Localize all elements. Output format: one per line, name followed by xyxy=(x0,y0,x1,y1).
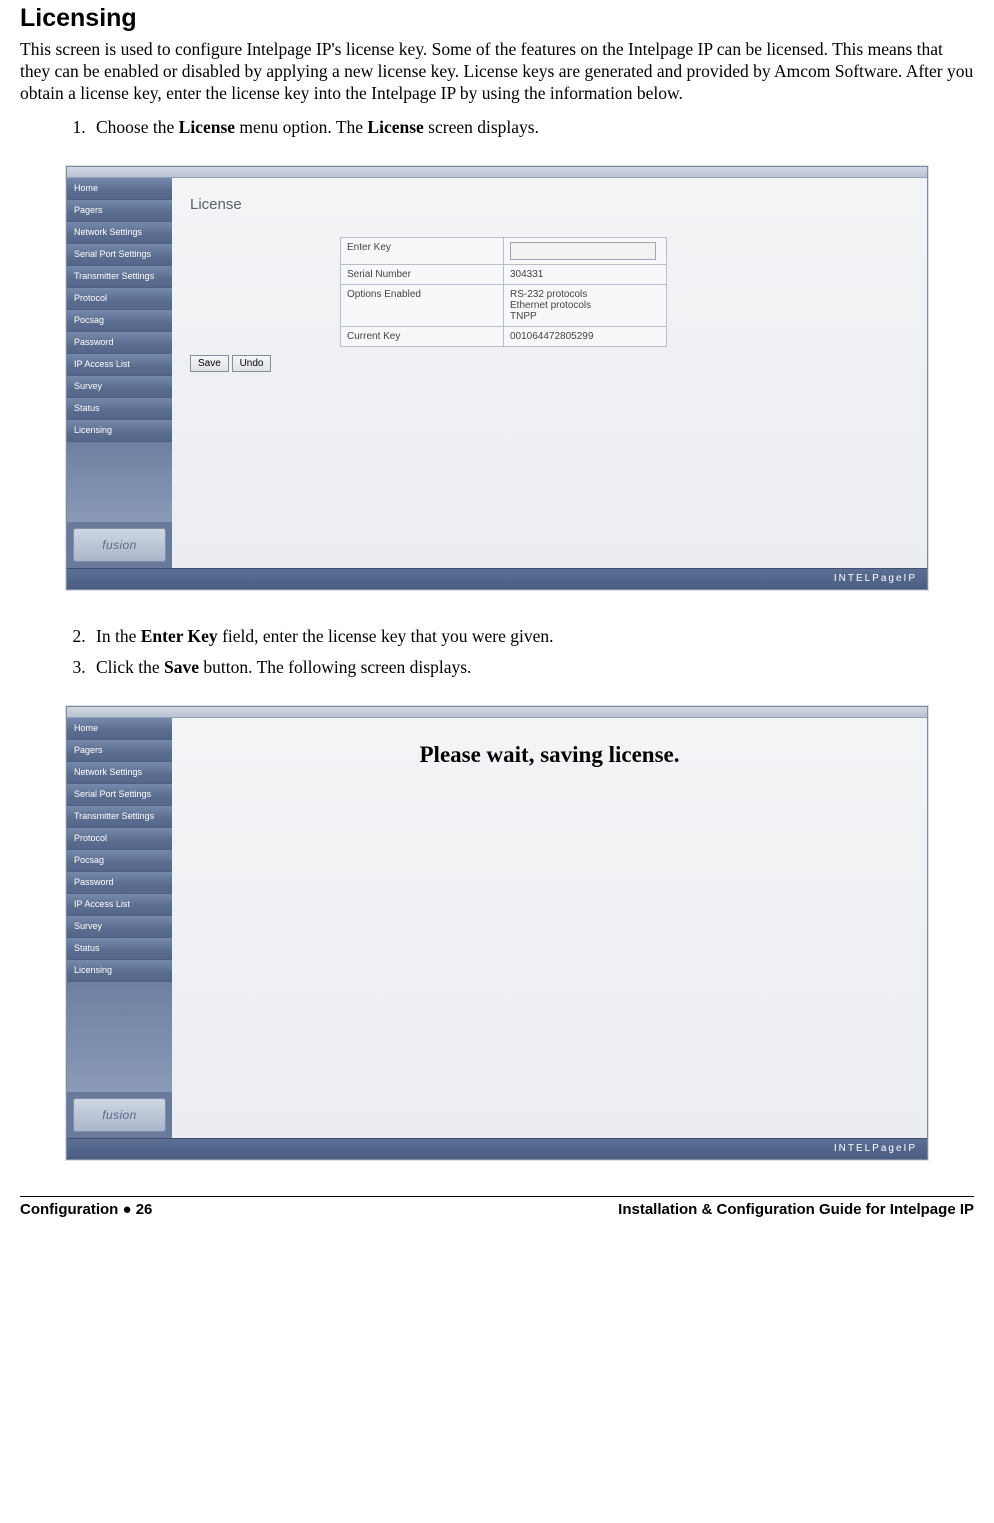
options-value: RS-232 protocols Ethernet protocols TNPP xyxy=(504,284,667,326)
sidebar-item-pocsag[interactable]: Pocsag xyxy=(67,310,172,332)
sidebar-item-ip-access-list[interactable]: IP Access List xyxy=(67,894,172,916)
sidebar-item-survey[interactable]: Survey xyxy=(67,916,172,938)
sidebar-item-password[interactable]: Password xyxy=(67,872,172,894)
sidebar-item-serial-port-settings[interactable]: Serial Port Settings xyxy=(67,244,172,266)
sidebar-item-ip-access-list[interactable]: IP Access List xyxy=(67,354,172,376)
footer-right: Installation & Configuration Guide for I… xyxy=(618,1201,974,1218)
sidebar-item-status[interactable]: Status xyxy=(67,938,172,960)
fusion-logo: fusion xyxy=(73,528,166,562)
saving-screen-figure: Home Pagers Network Settings Serial Port… xyxy=(66,706,928,1160)
sidebar-item-network-settings[interactable]: Network Settings xyxy=(67,222,172,244)
step-1: Choose the License menu option. The Lice… xyxy=(90,117,974,138)
sidebar-item-password[interactable]: Password xyxy=(67,332,172,354)
intro-paragraph: This screen is used to configure Intelpa… xyxy=(20,39,974,105)
serial-label: Serial Number xyxy=(341,264,504,284)
sidebar-item-protocol[interactable]: Protocol xyxy=(67,828,172,850)
sidebar-item-pagers[interactable]: Pagers xyxy=(67,200,172,222)
row-serial-number: Serial Number 304331 xyxy=(341,264,667,284)
row-options-enabled: Options Enabled RS-232 protocols Etherne… xyxy=(341,284,667,326)
fusion-logo: fusion xyxy=(73,1098,166,1132)
current-key-label: Current Key xyxy=(341,326,504,346)
enter-key-label: Enter Key xyxy=(341,237,504,264)
sidebar-item-pagers[interactable]: Pagers xyxy=(67,740,172,762)
license-screen-figure: Home Pagers Network Settings Serial Port… xyxy=(66,166,928,590)
content-area: Please wait, saving license. xyxy=(172,718,927,1138)
sidebar-nav: Home Pagers Network Settings Serial Port… xyxy=(67,718,172,1138)
step-3: Click the Save button. The following scr… xyxy=(90,657,974,678)
sidebar-item-survey[interactable]: Survey xyxy=(67,376,172,398)
row-enter-key: Enter Key xyxy=(341,237,667,264)
sidebar-nav: Home Pagers Network Settings Serial Port… xyxy=(67,178,172,568)
save-button[interactable]: Save xyxy=(190,355,229,372)
serial-value: 304331 xyxy=(504,264,667,284)
step-list: Choose the License menu option. The Lice… xyxy=(20,117,974,138)
footer-divider xyxy=(20,1196,974,1197)
page-title: License xyxy=(190,196,909,213)
enter-key-input[interactable] xyxy=(510,242,656,260)
footer-left: Configuration ● 26 xyxy=(20,1201,152,1218)
license-table: Enter Key Serial Number 304331 Options E… xyxy=(340,237,667,347)
content-area: License Enter Key Serial Number 304331 O… xyxy=(172,178,927,568)
sidebar-item-protocol[interactable]: Protocol xyxy=(67,288,172,310)
sidebar-item-licensing[interactable]: Licensing xyxy=(67,420,172,442)
sidebar-item-home[interactable]: Home xyxy=(67,178,172,200)
sidebar-item-status[interactable]: Status xyxy=(67,398,172,420)
sidebar-item-home[interactable]: Home xyxy=(67,718,172,740)
sidebar-filler xyxy=(67,982,172,1092)
step-2: In the Enter Key field, enter the licens… xyxy=(90,626,974,647)
step-list-cont: In the Enter Key field, enter the licens… xyxy=(20,626,974,678)
sidebar-filler xyxy=(67,442,172,522)
page-footer: Configuration ● 26 Installation & Config… xyxy=(20,1201,974,1228)
section-heading: Licensing xyxy=(20,4,974,33)
sidebar-item-transmitter-settings[interactable]: Transmitter Settings xyxy=(67,266,172,288)
sidebar-item-transmitter-settings[interactable]: Transmitter Settings xyxy=(67,806,172,828)
current-key-value: 001064472805299 xyxy=(504,326,667,346)
sidebar-item-pocsag[interactable]: Pocsag xyxy=(67,850,172,872)
footer-brand: INTELPageIP xyxy=(67,1138,927,1159)
row-current-key: Current Key 001064472805299 xyxy=(341,326,667,346)
sidebar-item-network-settings[interactable]: Network Settings xyxy=(67,762,172,784)
footer-brand: INTELPageIP xyxy=(67,568,927,589)
window-titlebar xyxy=(67,167,927,178)
window-titlebar xyxy=(67,707,927,718)
sidebar-item-serial-port-settings[interactable]: Serial Port Settings xyxy=(67,784,172,806)
undo-button[interactable]: Undo xyxy=(232,355,272,372)
please-wait-message: Please wait, saving license. xyxy=(190,742,909,768)
options-label: Options Enabled xyxy=(341,284,504,326)
sidebar-item-licensing[interactable]: Licensing xyxy=(67,960,172,982)
